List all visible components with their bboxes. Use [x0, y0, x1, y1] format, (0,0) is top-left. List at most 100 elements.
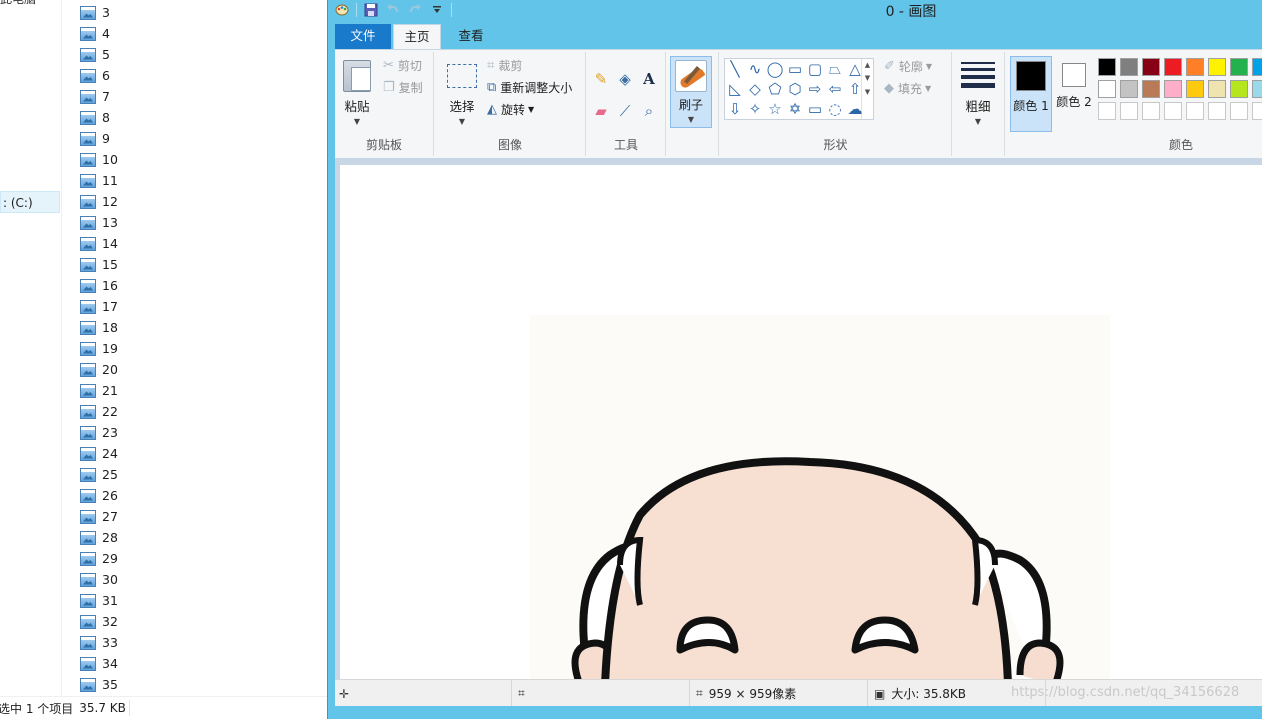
- file-row[interactable]: 16: [80, 275, 118, 296]
- shapes-gallery[interactable]: ▲ ▼ ▼ ╲ ∿ ◯ ▭ ▢ ⏢ △ ◺ ◇ ⬠ ⬡ ⇨ ⇦ ⇧ ⇩ ✧ ☆ ✡ ▭ ◌ ☁: [724, 58, 874, 120]
- brush-button[interactable]: 刷子 ▼: [670, 56, 712, 128]
- tab-file[interactable]: 文件: [335, 24, 391, 49]
- shape-arrow-left-icon[interactable]: ⇦: [826, 80, 844, 98]
- palette-swatch[interactable]: [1208, 80, 1226, 98]
- palette-swatch[interactable]: [1120, 80, 1138, 98]
- file-row[interactable]: 29: [80, 548, 118, 569]
- pencil-icon[interactable]: ✎: [592, 70, 610, 88]
- file-row[interactable]: 27: [80, 506, 118, 527]
- shape-oval-icon[interactable]: ◯: [766, 60, 784, 78]
- color2-button[interactable]: 颜色 2: [1054, 56, 1094, 132]
- palette-swatch[interactable]: [1098, 80, 1116, 98]
- shape-polygon-icon[interactable]: ⏢: [826, 60, 844, 78]
- crop-button[interactable]: ⌗ 裁剪: [487, 57, 522, 74]
- palette-swatch[interactable]: [1098, 58, 1116, 76]
- file-row[interactable]: 6: [80, 65, 110, 86]
- text-icon[interactable]: A: [640, 70, 658, 88]
- file-row[interactable]: 26: [80, 485, 118, 506]
- file-row[interactable]: 8: [80, 107, 110, 128]
- canvas-scroll-area[interactable]: [335, 159, 1262, 679]
- palette-custom-swatch[interactable]: [1164, 102, 1182, 120]
- drawing-canvas[interactable]: [340, 165, 1262, 679]
- palette-swatch[interactable]: [1142, 58, 1160, 76]
- paste-button[interactable]: 粘贴 ▼: [337, 54, 377, 126]
- file-row[interactable]: 35: [80, 674, 118, 695]
- palette-custom-swatch[interactable]: [1142, 102, 1160, 120]
- palette-swatch[interactable]: [1120, 58, 1138, 76]
- file-row[interactable]: 24: [80, 443, 118, 464]
- palette-custom-swatch[interactable]: [1120, 102, 1138, 120]
- fill-button[interactable]: ◆ 填充 ▼: [884, 80, 931, 97]
- palette-custom-swatch[interactable]: [1252, 102, 1262, 120]
- palette-custom-swatch[interactable]: [1208, 102, 1226, 120]
- palette-swatch[interactable]: [1230, 80, 1248, 98]
- size-button[interactable]: 粗细 ▼: [953, 54, 1003, 126]
- file-row[interactable]: 18: [80, 317, 118, 338]
- shape-rectangle-icon[interactable]: ▭: [786, 60, 804, 78]
- nav-item-c-drive[interactable]: : (C:): [0, 191, 60, 213]
- file-row[interactable]: 22: [80, 401, 118, 422]
- resize-button[interactable]: ⧉ 重新调整大小: [487, 79, 572, 96]
- palette-swatch[interactable]: [1208, 58, 1226, 76]
- shape-right-triangle-icon[interactable]: ◺: [726, 80, 744, 98]
- file-row[interactable]: 11: [80, 170, 118, 191]
- file-row[interactable]: 32: [80, 611, 118, 632]
- shape-line-icon[interactable]: ╲: [726, 60, 744, 78]
- palette-custom-swatch[interactable]: [1230, 102, 1248, 120]
- color1-button[interactable]: 颜色 1: [1010, 56, 1052, 132]
- shape-star6-icon[interactable]: ✡: [786, 100, 804, 118]
- shape-arrow-down-icon[interactable]: ⇩: [726, 100, 744, 118]
- file-row[interactable]: 13: [80, 212, 118, 233]
- file-row[interactable]: 12: [80, 191, 118, 212]
- fill-bucket-icon[interactable]: ◈: [616, 70, 634, 88]
- palette-swatch[interactable]: [1186, 58, 1204, 76]
- shape-pentagon-icon[interactable]: ⬠: [766, 80, 784, 98]
- shape-triangle-icon[interactable]: △: [846, 60, 864, 78]
- shape-curve-icon[interactable]: ∿: [746, 60, 764, 78]
- palette-custom-swatch[interactable]: [1186, 102, 1204, 120]
- cut-button[interactable]: ✂ 剪切: [383, 57, 422, 74]
- shape-arrow-right-icon[interactable]: ⇨: [806, 80, 824, 98]
- palette-custom-swatch[interactable]: [1098, 102, 1116, 120]
- file-row[interactable]: 9: [80, 128, 110, 149]
- file-row[interactable]: 30: [80, 569, 118, 590]
- palette-swatch[interactable]: [1230, 58, 1248, 76]
- nav-item-this-pc[interactable]: 此电脑: [0, 0, 36, 10]
- file-row[interactable]: 19: [80, 338, 118, 359]
- palette-swatch[interactable]: [1252, 58, 1262, 76]
- title-bar[interactable]: 0 - 画图: [328, 0, 1262, 20]
- file-row[interactable]: 28: [80, 527, 118, 548]
- tab-home[interactable]: 主页: [393, 24, 441, 49]
- file-row[interactable]: 17: [80, 296, 118, 317]
- file-row[interactable]: 5: [80, 44, 110, 65]
- shape-diamond-icon[interactable]: ◇: [746, 80, 764, 98]
- file-row[interactable]: 21: [80, 380, 118, 401]
- outline-button[interactable]: ✐ 轮廓 ▼: [884, 58, 932, 75]
- file-row[interactable]: 25: [80, 464, 118, 485]
- tab-view[interactable]: 查看: [447, 24, 495, 49]
- shape-rounded-rect-icon[interactable]: ▢: [806, 60, 824, 78]
- shape-callout-rect-icon[interactable]: ▭: [806, 100, 824, 118]
- shape-callout-oval-icon[interactable]: ◌: [826, 100, 844, 118]
- shape-star5-icon[interactable]: ☆: [766, 100, 784, 118]
- file-row[interactable]: 14: [80, 233, 118, 254]
- navigation-pane[interactable]: 此电脑 : (C:): [0, 0, 62, 696]
- color-picker-icon[interactable]: ⟋: [616, 102, 634, 120]
- file-row[interactable]: 34: [80, 653, 118, 674]
- palette-swatch[interactable]: [1142, 80, 1160, 98]
- file-row[interactable]: 20: [80, 359, 118, 380]
- eraser-icon[interactable]: ▰: [592, 102, 610, 120]
- shape-hexagon-icon[interactable]: ⬡: [786, 80, 804, 98]
- file-row[interactable]: 7: [80, 86, 110, 107]
- rotate-button[interactable]: ◭ 旋转 ▼: [487, 101, 534, 118]
- palette-swatch[interactable]: [1164, 80, 1182, 98]
- palette-swatch[interactable]: [1164, 58, 1182, 76]
- shape-arrow-up-icon[interactable]: ⇧: [846, 80, 864, 98]
- file-row[interactable]: 15: [80, 254, 118, 275]
- magnifier-icon[interactable]: ⌕: [640, 102, 658, 120]
- copy-button[interactable]: ❐ 复制: [383, 79, 423, 96]
- file-row[interactable]: 23: [80, 422, 118, 443]
- shape-callout-cloud-icon[interactable]: ☁: [846, 100, 864, 118]
- file-row[interactable]: 33: [80, 632, 118, 653]
- palette-swatch[interactable]: [1186, 80, 1204, 98]
